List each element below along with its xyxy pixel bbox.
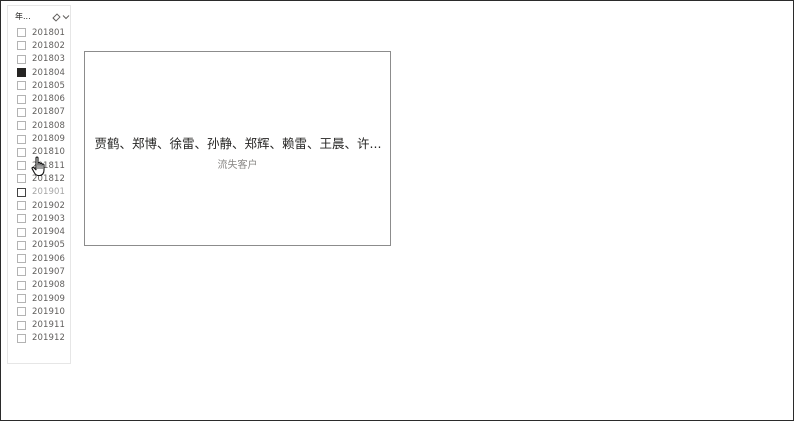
- checkbox[interactable]: [17, 121, 26, 131]
- slicer-item-label: 201807: [32, 107, 66, 118]
- slicer-item[interactable]: 201807: [17, 106, 65, 119]
- slicer-item[interactable]: 201911: [17, 319, 65, 332]
- checkbox[interactable]: [17, 240, 26, 250]
- slicer-item[interactable]: 201801: [17, 26, 65, 39]
- checkbox[interactable]: [17, 267, 26, 277]
- slicer-item[interactable]: 201802: [17, 39, 65, 52]
- slicer-item-label: 201907: [32, 266, 66, 277]
- checkbox[interactable]: [17, 68, 26, 78]
- checkbox[interactable]: [17, 28, 26, 38]
- checkbox[interactable]: [17, 147, 26, 157]
- slicer-title: 年...: [15, 12, 31, 21]
- card-value: 贾鹤、郑博、徐雷、孙静、郑辉、赖雷、王晨、许...: [94, 136, 382, 151]
- slicer-list: 201801 201802 201803 201804 201805 201806 2018…: [17, 26, 65, 345]
- card-label: 流失客户: [217, 160, 258, 171]
- slicer-item[interactable]: 201912: [17, 332, 65, 345]
- slicer-item-label: 201802: [32, 40, 66, 51]
- slicer-item-label: 201804: [32, 67, 66, 78]
- slicer-item-label: 201904: [32, 227, 66, 238]
- slicer-item-label: 201912: [32, 333, 66, 344]
- slicer-item-label: 201801: [32, 27, 66, 38]
- checkbox[interactable]: [17, 81, 26, 91]
- slicer-item-label: 201809: [32, 134, 66, 145]
- slicer-item[interactable]: 201903: [17, 212, 65, 225]
- checkbox[interactable]: [17, 294, 26, 304]
- slicer-item-label: 201806: [32, 94, 66, 105]
- slicer-item[interactable]: 201805: [17, 79, 65, 92]
- slicer-item-label: 201808: [32, 120, 66, 131]
- checkbox[interactable]: [17, 174, 26, 184]
- slicer-item-label: 201911: [32, 320, 66, 331]
- slicer-item-label: 201803: [32, 54, 66, 65]
- checkbox[interactable]: [17, 187, 26, 197]
- slicer-item-label: 201903: [32, 213, 66, 224]
- checkbox[interactable]: [17, 254, 26, 264]
- slicer-item[interactable]: 201910: [17, 305, 65, 318]
- slicer-item[interactable]: 201902: [17, 199, 65, 212]
- checkbox[interactable]: [17, 227, 26, 237]
- slicer-item[interactable]: 201804: [17, 66, 65, 79]
- checkbox[interactable]: [17, 94, 26, 104]
- slicer-item-label: 201908: [32, 280, 66, 291]
- checkbox[interactable]: [17, 41, 26, 51]
- slicer-item[interactable]: 201901: [17, 186, 65, 199]
- checkbox[interactable]: [17, 320, 26, 330]
- lost-customers-card[interactable]: 贾鹤、郑博、徐雷、孙静、郑辉、赖雷、王晨、许... 流失客户: [84, 51, 391, 246]
- slicer-item-label: 201905: [32, 240, 66, 251]
- checkbox[interactable]: [17, 280, 26, 290]
- slicer-item[interactable]: 201907: [17, 265, 65, 278]
- checkbox[interactable]: [17, 214, 26, 224]
- slicer-item[interactable]: 201809: [17, 132, 65, 145]
- chevron-down-icon[interactable]: [61, 12, 71, 22]
- report-canvas: 年... 201801 201802 201803 201804 201805 20180…: [0, 0, 794, 421]
- checkbox[interactable]: [17, 161, 26, 171]
- checkbox[interactable]: [17, 54, 26, 64]
- slicer-item[interactable]: 201909: [17, 292, 65, 305]
- checkbox[interactable]: [17, 134, 26, 144]
- checkbox[interactable]: [17, 201, 26, 210]
- eraser-icon[interactable]: [51, 12, 61, 22]
- hand-cursor-icon: [31, 156, 45, 177]
- year-month-slicer[interactable]: 年... 201801 201802 201803 201804 201805 20180…: [7, 5, 71, 364]
- slicer-item-label: 201805: [32, 80, 66, 91]
- slicer-item[interactable]: 201908: [17, 279, 65, 292]
- slicer-item[interactable]: 201803: [17, 53, 65, 66]
- slicer-item-label: 201909: [32, 293, 66, 304]
- slicer-item-label: 201901: [32, 187, 66, 198]
- slicer-item[interactable]: 201906: [17, 252, 65, 265]
- slicer-item[interactable]: 201806: [17, 92, 65, 105]
- checkbox[interactable]: [17, 333, 26, 343]
- slicer-item[interactable]: 201905: [17, 239, 65, 252]
- slicer-header: 年...: [15, 10, 71, 24]
- checkbox[interactable]: [17, 107, 26, 117]
- slicer-item-label: 201906: [32, 253, 66, 264]
- checkbox[interactable]: [17, 307, 26, 317]
- slicer-item[interactable]: 201904: [17, 225, 65, 238]
- slicer-item-label: 201910: [32, 306, 66, 317]
- slicer-item[interactable]: 201808: [17, 119, 65, 132]
- slicer-item-label: 201902: [32, 200, 66, 211]
